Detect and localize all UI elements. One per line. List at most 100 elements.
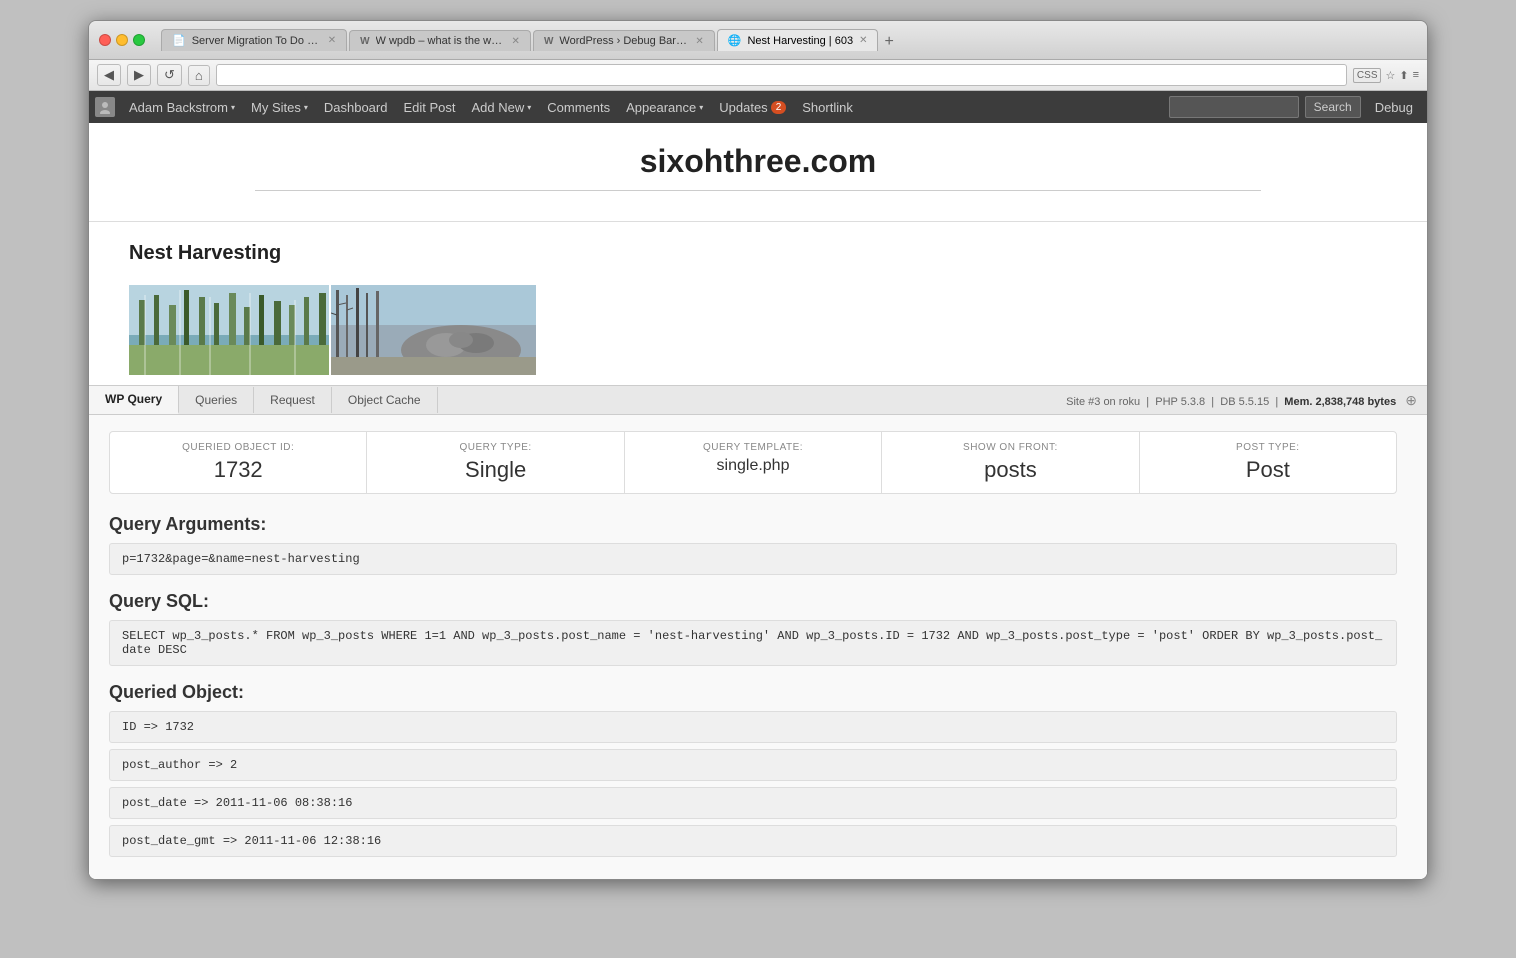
share-icon[interactable]: ⬆ xyxy=(1399,69,1408,82)
tab-2-favicon: W xyxy=(360,36,369,47)
nav-right-controls: CSS ☆ ⬆ ≡ xyxy=(1353,68,1419,83)
post-area: Nest Harvesting xyxy=(89,222,1427,385)
debug-tabs: WP Query Queries Request Object Cache Si… xyxy=(89,386,1427,414)
site-header: sixohthree.com xyxy=(89,123,1427,222)
debug-button[interactable]: Debug xyxy=(1367,91,1421,123)
query-sql-code: SELECT wp_3_posts.* FROM wp_3_posts WHER… xyxy=(109,620,1397,666)
tab-4-close[interactable]: ✕ xyxy=(859,35,867,46)
address-bar[interactable]: sixohthree.com/1732/nest-harvesting xyxy=(216,64,1347,86)
tab-favicon: 📄 xyxy=(172,34,186,47)
my-sites-arrow-icon: ▾ xyxy=(304,103,308,112)
tab-2-close[interactable]: ✕ xyxy=(512,36,520,47)
card-query-template-label: QUERY TEMPLATE: xyxy=(641,442,865,453)
dashboard-link[interactable]: Dashboard xyxy=(316,91,396,123)
tab-4[interactable]: 🌐 Nest Harvesting | 603 ✕ xyxy=(717,29,879,51)
tab-3[interactable]: W WordPress › Debug Bar « Wo... ✕ xyxy=(533,30,715,51)
image-right-svg xyxy=(331,285,536,375)
debug-tab-wp-query[interactable]: WP Query xyxy=(89,386,179,414)
wp-admin-bar: Adam Backstrom ▾ My Sites ▾ Dashboard Ed… xyxy=(89,91,1427,123)
tab-3-favicon: W xyxy=(544,36,553,47)
bookmark-icon[interactable]: ☆ xyxy=(1385,69,1395,82)
site-title: sixohthree.com xyxy=(129,143,1387,180)
tab-1[interactable]: 📄 Server Migration To Do – Go... ✕ xyxy=(161,29,347,51)
maximize-button[interactable] xyxy=(133,34,145,46)
object-cache-tab-label: Object Cache xyxy=(348,393,421,407)
card-queried-object-id-value: 1732 xyxy=(126,457,350,483)
appearance-menu[interactable]: Appearance ▾ xyxy=(618,91,711,123)
back-button[interactable]: ◀ xyxy=(97,64,121,86)
card-post-type-label: POST TYPE: xyxy=(1156,442,1380,453)
queries-tab-label: Queries xyxy=(195,393,237,407)
tab-1-close[interactable]: ✕ xyxy=(328,35,336,46)
tab-4-favicon: 🌐 xyxy=(728,34,742,47)
debug-bar: WP Query Queries Request Object Cache Si… xyxy=(89,385,1427,415)
admin-user-menu[interactable]: Adam Backstrom ▾ xyxy=(121,91,243,123)
card-post-type-value: Post xyxy=(1156,457,1380,483)
user-arrow-icon: ▾ xyxy=(231,103,235,112)
new-tab-button[interactable]: + xyxy=(884,33,893,51)
card-query-type-label: QUERY TYPE: xyxy=(383,442,607,453)
traffic-lights xyxy=(99,34,145,46)
page-content: sixohthree.com Nest Harvesting xyxy=(89,123,1427,879)
card-query-type: QUERY TYPE: Single xyxy=(367,432,624,493)
close-button[interactable] xyxy=(99,34,111,46)
browser-menu-icon[interactable]: ≡ xyxy=(1413,69,1419,81)
tab-3-close[interactable]: ✕ xyxy=(695,36,703,47)
home-button[interactable]: ⌂ xyxy=(188,65,210,86)
queried-object-title: Queried Object: xyxy=(109,682,1397,703)
header-divider xyxy=(255,190,1261,191)
post-image-left xyxy=(129,285,329,375)
comments-link[interactable]: Comments xyxy=(539,91,618,123)
debug-expand-button[interactable]: ⊕ xyxy=(1405,392,1417,408)
debug-tab-object-cache[interactable]: Object Cache xyxy=(332,387,438,413)
minimize-button[interactable] xyxy=(116,34,128,46)
post-title: Nest Harvesting xyxy=(129,242,1387,265)
card-show-on-front: SHOW ON FRONT: posts xyxy=(882,432,1139,493)
object-row-date: post_date => 2011-11-06 08:38:16 xyxy=(109,787,1397,819)
tab-4-label: Nest Harvesting | 603 xyxy=(747,35,853,47)
css-icon[interactable]: CSS xyxy=(1353,68,1382,83)
wp-search-input[interactable] xyxy=(1169,96,1299,118)
comments-label: Comments xyxy=(547,100,610,115)
updates-label: Updates xyxy=(719,100,767,115)
wp-query-tab-label: WP Query xyxy=(105,392,162,406)
my-sites-label: My Sites xyxy=(251,100,301,115)
add-new-menu[interactable]: Add New ▾ xyxy=(464,91,540,123)
object-row-author: post_author => 2 xyxy=(109,749,1397,781)
card-queried-object-id: QUERIED OBJECT ID: 1732 xyxy=(110,432,367,493)
add-new-arrow-icon: ▾ xyxy=(527,103,531,112)
debug-content: QUERIED OBJECT ID: 1732 QUERY TYPE: Sing… xyxy=(89,415,1427,879)
tab-2-label: W wpdb – what is the way to s... xyxy=(376,35,506,47)
browser-window: 📄 Server Migration To Do – Go... ✕ W W w… xyxy=(88,20,1428,880)
dashboard-label: Dashboard xyxy=(324,100,388,115)
wp-search-button[interactable]: Search xyxy=(1305,96,1361,118)
query-args-code: p=1732&page=&name=nest-harvesting xyxy=(109,543,1397,575)
site-info: Site #3 on roku xyxy=(1066,396,1140,408)
forward-button[interactable]: ▶ xyxy=(127,64,151,86)
tab-1-label: Server Migration To Do – Go... xyxy=(192,35,322,47)
refresh-button[interactable]: ↺ xyxy=(157,64,182,86)
card-query-template: QUERY TEMPLATE: single.php xyxy=(625,432,882,493)
appearance-arrow-icon: ▾ xyxy=(699,103,703,112)
tab-2[interactable]: W W wpdb – what is the way to s... ✕ xyxy=(349,30,531,51)
shortlink-label: Shortlink xyxy=(802,100,853,115)
object-row-id: ID => 1732 xyxy=(109,711,1397,743)
card-show-on-front-value: posts xyxy=(898,457,1122,483)
my-sites-menu[interactable]: My Sites ▾ xyxy=(243,91,316,123)
shortlink-link[interactable]: Shortlink xyxy=(794,91,861,123)
db-version: DB 5.5.15 xyxy=(1220,396,1269,408)
avatar xyxy=(95,97,115,117)
updates-badge: 2 xyxy=(771,101,787,114)
tab-3-label: WordPress › Debug Bar « Wo... xyxy=(559,35,689,47)
add-new-label: Add New xyxy=(472,100,525,115)
edit-post-link[interactable]: Edit Post xyxy=(395,91,463,123)
nav-bar: ◀ ▶ ↺ ⌂ sixohthree.com/1732/nest-harvest… xyxy=(89,60,1427,91)
debug-tab-queries[interactable]: Queries xyxy=(179,387,254,413)
admin-username: Adam Backstrom xyxy=(129,100,228,115)
title-bar: 📄 Server Migration To Do – Go... ✕ W W w… xyxy=(89,21,1427,60)
updates-link[interactable]: Updates 2 xyxy=(711,91,794,123)
query-sql-title: Query SQL: xyxy=(109,591,1397,612)
debug-tab-request[interactable]: Request xyxy=(254,387,332,413)
card-post-type: POST TYPE: Post xyxy=(1140,432,1396,493)
debug-info: Site #3 on roku | PHP 5.3.8 | DB 5.5.15 … xyxy=(1056,392,1427,409)
